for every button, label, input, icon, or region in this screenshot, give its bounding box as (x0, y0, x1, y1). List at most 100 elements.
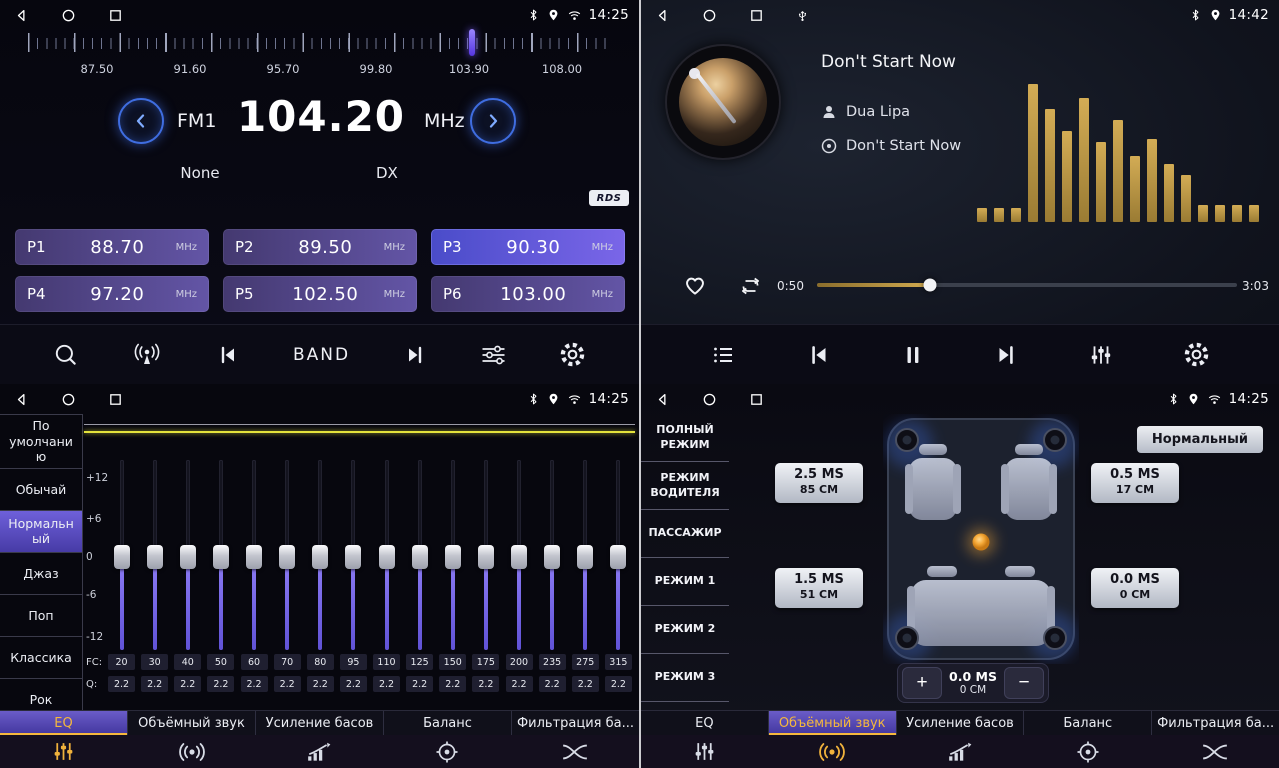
eq-preset-default[interactable]: По умолчанию (0, 415, 82, 469)
mode-2[interactable]: РЕЖИМ 2 (641, 606, 729, 654)
eq-band-slider[interactable] (505, 460, 533, 650)
tab-bass-boost[interactable]: Усиление басов (256, 711, 384, 735)
eq-band-slider[interactable] (571, 460, 599, 650)
next-station-button[interactable] (403, 343, 427, 367)
search-button[interactable] (53, 342, 79, 368)
slider-handle[interactable] (180, 545, 196, 569)
eq-preset-custom[interactable]: Обычай (0, 469, 82, 511)
mode-3[interactable]: РЕЖИМ 3 (641, 654, 729, 702)
delay-rear-left[interactable]: 1.5 MS 51 CM (775, 568, 863, 608)
delay-front-right[interactable]: 0.5 MS 17 CM (1091, 463, 1179, 503)
tab-balance-button[interactable] (383, 735, 511, 768)
slider-handle[interactable] (544, 545, 560, 569)
tab-surround-button[interactable] (128, 735, 256, 768)
slider-handle[interactable] (445, 545, 461, 569)
tab-bass-boost[interactable]: Усиление басов (897, 711, 1025, 735)
preset-button-p6[interactable]: P6 103.00 MHz (431, 276, 625, 312)
eq-band-slider[interactable] (306, 460, 334, 650)
tune-down-button[interactable] (118, 98, 164, 144)
eq-band-slider[interactable] (174, 460, 202, 650)
nav-recents-icon[interactable] (108, 392, 123, 407)
nav-back-icon[interactable] (655, 8, 670, 23)
stereo-mode-label[interactable]: None (168, 164, 232, 182)
slider-handle[interactable] (610, 545, 626, 569)
tab-bass-boost-button[interactable] (256, 735, 384, 768)
tab-filter-button[interactable] (511, 735, 639, 768)
playlist-button[interactable] (710, 343, 737, 367)
eq-band-slider[interactable] (108, 460, 136, 650)
eq-band-slider[interactable] (240, 460, 268, 650)
tab-surround-button[interactable] (769, 735, 897, 768)
tab-eq-button[interactable] (0, 735, 128, 768)
eq-band-slider[interactable] (538, 460, 566, 650)
scan-button[interactable] (131, 342, 163, 368)
slider-handle[interactable] (312, 545, 328, 569)
eq-band-slider[interactable] (339, 460, 367, 650)
nav-home-icon[interactable] (61, 392, 76, 407)
delay-decrease-button[interactable]: − (1004, 667, 1044, 699)
delay-rear-right[interactable]: 0.0 MS 0 CM (1091, 568, 1179, 608)
equalizer-button[interactable] (1088, 342, 1114, 368)
slider-handle[interactable] (511, 545, 527, 569)
slider-handle[interactable] (379, 545, 395, 569)
nav-back-icon[interactable] (655, 392, 670, 407)
tab-eq-button[interactable] (641, 735, 769, 768)
tab-surround[interactable]: Объёмный звук (769, 711, 897, 735)
slider-handle[interactable] (246, 545, 262, 569)
slider-handle[interactable] (147, 545, 163, 569)
nav-back-icon[interactable] (14, 8, 29, 23)
surround-preset-badge[interactable]: Нормальный (1137, 426, 1263, 453)
preset-button-p3[interactable]: P3 90.30 MHz (431, 229, 625, 265)
mode-driver[interactable]: РЕЖИМ ВОДИТЕЛЯ (641, 462, 729, 510)
eq-band-slider[interactable] (604, 460, 632, 650)
preset-button-p2[interactable]: P2 89.50 MHz (223, 229, 417, 265)
tab-filter-button[interactable] (1151, 735, 1279, 768)
band-button[interactable]: BAND (293, 345, 350, 365)
preset-button-p5[interactable]: P5 102.50 MHz (223, 276, 417, 312)
tuning-indicator[interactable] (469, 29, 475, 56)
slider-handle[interactable] (279, 545, 295, 569)
eq-preset-normal[interactable]: Нормальный (0, 511, 82, 553)
mode-passenger[interactable]: ПАССАЖИР (641, 510, 729, 558)
settings-button[interactable] (559, 341, 586, 368)
nav-recents-icon[interactable] (749, 392, 764, 407)
nav-back-icon[interactable] (14, 392, 29, 407)
tab-filter[interactable]: Фильтрация ба... (1152, 711, 1279, 735)
tune-up-button[interactable] (470, 98, 516, 144)
nav-home-icon[interactable] (702, 8, 717, 23)
tab-bass-boost-button[interactable] (896, 735, 1024, 768)
eq-band-slider[interactable] (141, 460, 169, 650)
nav-recents-icon[interactable] (108, 8, 123, 23)
previous-station-button[interactable] (216, 343, 240, 367)
tab-surround[interactable]: Объёмный звук (128, 711, 256, 735)
slider-handle[interactable] (412, 545, 428, 569)
mode-full[interactable]: ПОЛНЫЙ РЕЖИМ (641, 414, 729, 462)
eq-band-slider[interactable] (406, 460, 434, 650)
tab-filter[interactable]: Фильтрация ба... (512, 711, 639, 735)
rds-badge[interactable]: RDS (589, 190, 629, 206)
eq-preset-pop[interactable]: Поп (0, 595, 82, 637)
eq-preset-jazz[interactable]: Джаз (0, 553, 82, 595)
slider-handle[interactable] (478, 545, 494, 569)
delay-increase-button[interactable]: + (902, 667, 942, 699)
eq-band-slider[interactable] (373, 460, 401, 650)
nav-home-icon[interactable] (61, 8, 76, 23)
slider-handle[interactable] (114, 545, 130, 569)
pause-button[interactable] (901, 342, 925, 368)
tab-balance-button[interactable] (1024, 735, 1152, 768)
slider-handle[interactable] (577, 545, 593, 569)
preset-button-p1[interactable]: P1 88.70 MHz (15, 229, 209, 265)
tab-balance[interactable]: Баланс (1024, 711, 1152, 735)
next-track-button[interactable] (993, 342, 1019, 368)
eq-band-slider[interactable] (439, 460, 467, 650)
tab-eq[interactable]: EQ (0, 711, 128, 735)
delay-front-left[interactable]: 2.5 MS 85 CM (775, 463, 863, 503)
audio-settings-button[interactable] (480, 343, 507, 367)
repeat-button[interactable] (737, 274, 764, 298)
tab-balance[interactable]: Баланс (384, 711, 512, 735)
frequency-scale[interactable] (28, 33, 612, 53)
progress-bar[interactable] (817, 283, 1237, 287)
favorite-button[interactable] (681, 272, 709, 298)
previous-track-button[interactable] (806, 342, 832, 368)
eq-preset-classic[interactable]: Классика (0, 637, 82, 679)
